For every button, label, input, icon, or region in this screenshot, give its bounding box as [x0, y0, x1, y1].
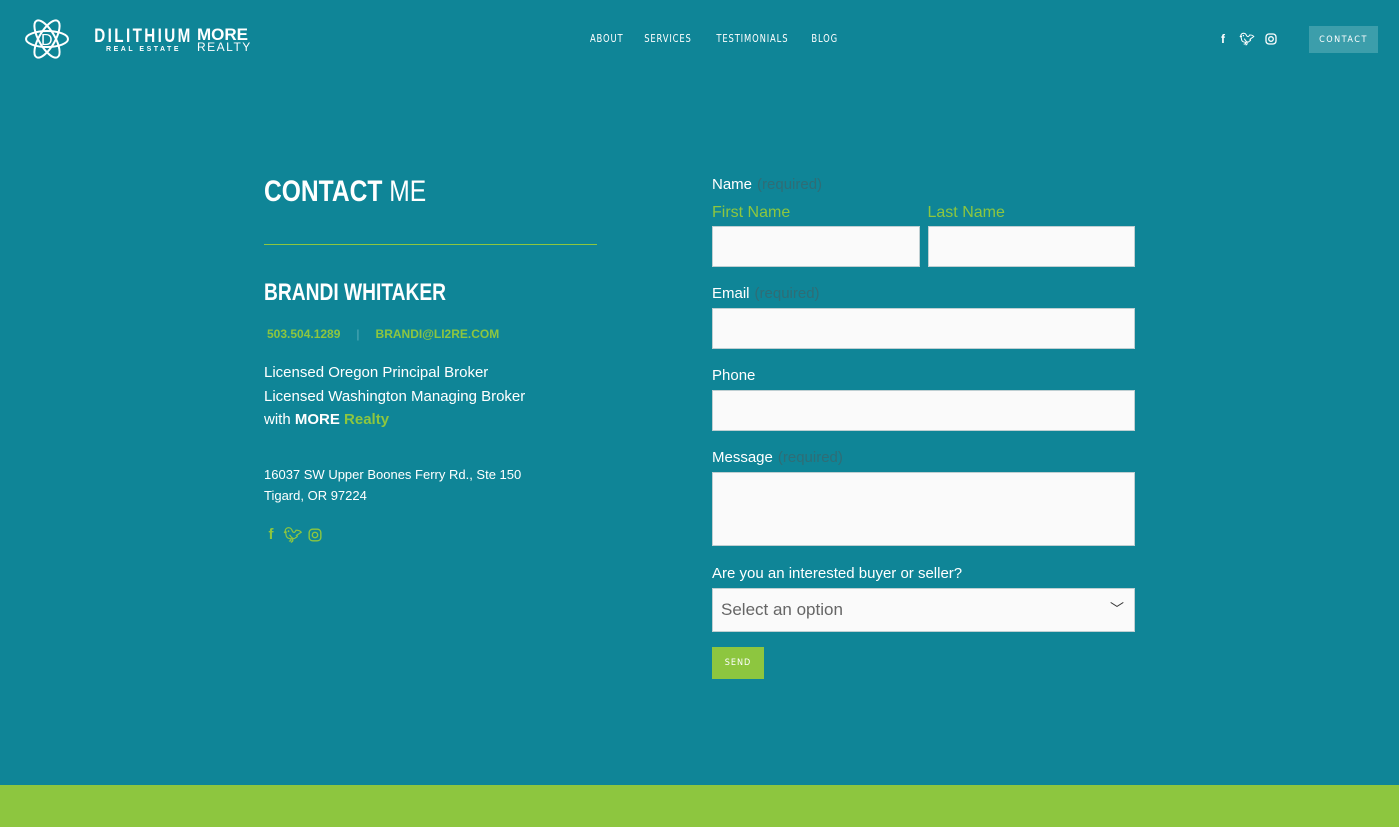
- with-text: with: [264, 411, 291, 428]
- twitter-icon[interactable]: 🐦︎: [283, 527, 302, 544]
- title-bold: CONTACT: [264, 175, 383, 208]
- email-input[interactable]: [712, 308, 1135, 349]
- more-realty-logo[interactable]: MORE REALTY: [197, 26, 252, 54]
- nav-testimonials[interactable]: TESTIMONIALS: [717, 32, 789, 45]
- svg-text:D: D: [41, 32, 53, 49]
- header-social: f 🐦︎: [1216, 32, 1278, 46]
- email-label: Email (required): [712, 285, 820, 302]
- address-line2: Tigard, OR 97224: [264, 487, 367, 503]
- message-label: Message (required): [712, 449, 843, 466]
- footer-band: [0, 785, 1399, 827]
- contact-social: f 🐦︎: [264, 526, 597, 544]
- buyer-seller-select[interactable]: Select an option ﹀: [712, 588, 1135, 632]
- nav-services[interactable]: SERVICES: [645, 32, 693, 45]
- contact-form: Name (required) First Name Last Name Emai…: [712, 176, 1135, 679]
- page-title: CONTACT ME: [264, 175, 537, 209]
- facebook-icon[interactable]: f: [264, 526, 278, 543]
- more-text: MORE: [294, 411, 340, 428]
- instagram-icon[interactable]: [1264, 32, 1278, 46]
- twitter-icon[interactable]: 🐦︎: [1239, 32, 1254, 46]
- last-name-input[interactable]: [927, 226, 1135, 267]
- nav-blog[interactable]: BLOG: [812, 32, 839, 45]
- email-link[interactable]: BRANDI@LI2RE.COM: [376, 327, 500, 341]
- logo-main: DILITHIUM: [94, 25, 193, 47]
- buyer-seller-label: Are you an interested buyer or seller?: [712, 565, 963, 582]
- send-button[interactable]: SEND: [712, 647, 764, 679]
- select-placeholder: Select an option: [721, 600, 843, 619]
- main-nav: ABOUT SERVICES TESTIMONIALS BLOG: [587, 32, 841, 45]
- address: 16037 SW Upper Boones Ferry Rd., Ste 150…: [264, 464, 597, 506]
- dilithium-logo[interactable]: D DILITHIUM REAL ESTATE: [24, 14, 205, 64]
- contact-button[interactable]: CONTACT: [1309, 26, 1378, 53]
- site-header: D DILITHIUM REAL ESTATE MORE REALTY ABOUT …: [0, 0, 1399, 80]
- separator: |: [356, 327, 360, 341]
- last-name-label: Last Name: [927, 204, 1005, 221]
- address-line1: 16037 SW Upper Boones Ferry Rd., Ste 150: [264, 466, 522, 482]
- title-light: ME: [389, 175, 427, 208]
- first-name-label: First Name: [712, 204, 791, 221]
- chevron-down-icon: ﹀: [1110, 601, 1124, 617]
- realty-text: Realty: [344, 411, 390, 428]
- atom-logo-icon: D: [25, 19, 69, 59]
- agent-name: BRANDI WHITAKER: [264, 279, 447, 306]
- phone-label: Phone: [712, 367, 756, 384]
- divider: [264, 244, 597, 245]
- license-info: Licensed Oregon Principal Broker License…: [264, 361, 597, 432]
- first-name-input[interactable]: [712, 226, 920, 267]
- name-label: Name (required): [712, 176, 823, 193]
- facebook-icon[interactable]: f: [1216, 32, 1230, 46]
- license-washington: Licensed Washington Managing Broker: [264, 387, 526, 405]
- partner-bottom: REALTY: [197, 40, 252, 54]
- contact-info: CONTACT ME BRANDI WHITAKER 503.504.1289 …: [264, 175, 597, 544]
- phone-link[interactable]: 503.504.1289: [267, 327, 340, 341]
- license-oregon: Licensed Oregon Principal Broker: [264, 364, 489, 381]
- phone-input[interactable]: [712, 390, 1135, 431]
- message-textarea[interactable]: [712, 472, 1135, 546]
- nav-about[interactable]: ABOUT: [590, 32, 624, 45]
- instagram-icon[interactable]: [308, 527, 322, 542]
